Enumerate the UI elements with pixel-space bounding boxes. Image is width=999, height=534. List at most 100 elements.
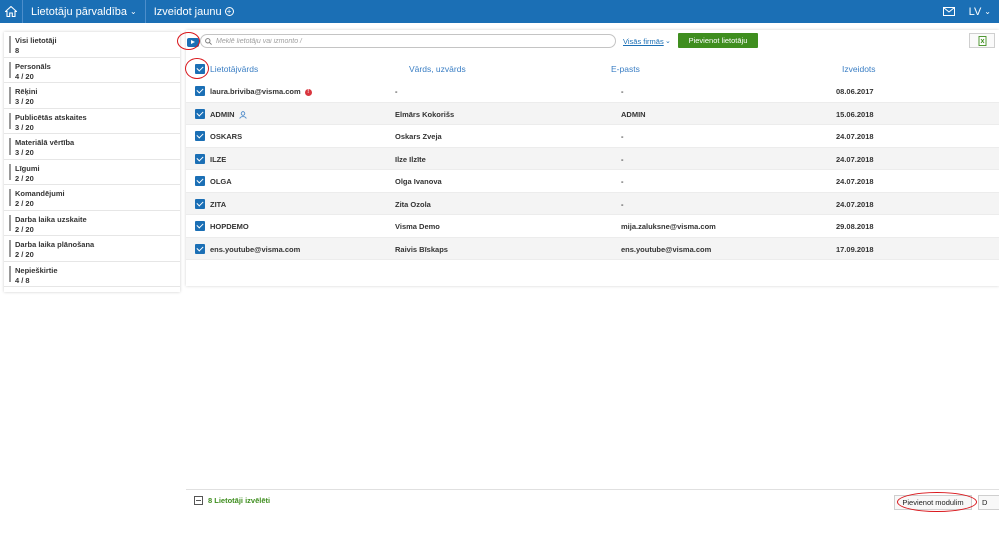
cell-name: Zita Ozola (395, 199, 431, 209)
cell-name: Oskars Zveja (395, 132, 442, 141)
sidebar-item-label: Darba laika uzskaite (15, 214, 87, 224)
top-right-area: LV ⌄ (936, 0, 999, 23)
annotation-circle (185, 58, 209, 79)
sidebar-item[interactable]: Publicētās atskaites 3 / 20 (4, 109, 180, 134)
row-checkbox[interactable] (195, 176, 205, 186)
selected-count: 8 Lietotāji izvēlēti (208, 496, 271, 505)
cell-username: laura.briviba@visma.com! (210, 87, 312, 96)
username-text: ZITA (210, 199, 227, 209)
language-selector[interactable]: LV ⌄ (963, 6, 999, 18)
cell-name: Elmārs Kokorišs (395, 109, 455, 119)
username-text: ADMIN (210, 109, 235, 119)
cell-created: 29.08.2018 (836, 222, 874, 231)
sidebar-item-label: Materiālā vērtība (15, 138, 75, 147)
cell-name: Olga Ivanova (395, 177, 442, 186)
cell-name: Visma Demo (395, 222, 440, 231)
cell-created: 24.07.2018 (836, 199, 874, 209)
cell-username: OSKARS (210, 132, 242, 141)
row-checkbox[interactable] (195, 86, 205, 96)
cell-username: OLGA (210, 177, 232, 186)
sidebar-item-count: 2 / 20 (15, 250, 34, 259)
sidebar-item-count: 4 / 8 (15, 275, 30, 285)
sidebar-item-label: Darba laika plānošana (15, 240, 95, 249)
row-checkbox[interactable] (195, 108, 205, 119)
sidebar: Visi lietotāji 8 Personāls 4 / 20 Rēķini 3… (4, 32, 180, 292)
header-username[interactable]: Lietotājvārds (210, 64, 258, 74)
cell-username: ZITA (210, 200, 226, 209)
annotation-circle (897, 492, 977, 512)
sidebar-item[interactable]: Personāls 4 / 20 (4, 58, 180, 83)
mail-icon (943, 7, 956, 16)
row-checkbox[interactable] (195, 153, 205, 164)
row-checkbox[interactable] (195, 198, 205, 209)
header-email[interactable]: E-pasts (611, 64, 640, 74)
sidebar-item[interactable]: Materiālā vērtība 3 / 20 (4, 134, 180, 160)
row-checkbox[interactable] (195, 131, 205, 141)
sidebar-item[interactable]: Darba laika uzskaite 2 / 20 (4, 211, 180, 236)
sidebar-item-count: 2 / 20 (15, 173, 34, 183)
cell-username: HOPDEMO (210, 222, 249, 231)
cell-email: - (621, 199, 624, 209)
row-checkbox[interactable] (195, 221, 205, 231)
table-row[interactable]: HOPDEMO Visma Demo mija.zaluksne@visma.c… (186, 215, 999, 238)
sidebar-item-label: Nepieškirtie (15, 265, 58, 275)
deselect-all-button[interactable] (194, 496, 203, 505)
module-title: Lietotāju pārvaldība (31, 5, 128, 18)
mail-button[interactable] (936, 0, 963, 23)
chevron-down-icon: ⌄ (130, 7, 137, 16)
username-text: ILZE (210, 154, 227, 164)
search-icon (205, 37, 212, 45)
app-root: Lietotāju pārvaldība ⌄ Izveidot jaunu + … (0, 0, 999, 534)
row-checkbox[interactable] (195, 243, 205, 254)
sidebar-item-label: Rēķini (15, 87, 38, 96)
cell-created: 24.07.2018 (836, 154, 874, 164)
search-box[interactable] (200, 34, 616, 48)
top-navbar: Lietotāju pārvaldība ⌄ Izveidot jaunu + … (0, 0, 999, 23)
table-row[interactable]: OSKARS Oskars Zveja - 24.07.2018 (186, 125, 999, 148)
sidebar-item-label: Publicētās atskaites (15, 112, 87, 122)
add-user-button[interactable]: Pievienot lietotāju (678, 33, 758, 48)
header-created[interactable]: Izveidots (842, 64, 876, 74)
sidebar-item[interactable]: Rēķini 3 / 20 (4, 83, 180, 109)
cell-email: ens.youtube@visma.com (621, 244, 712, 254)
chevron-down-icon[interactable]: ⌄ (665, 37, 671, 45)
table-row[interactable]: ZITA Zita Ozola - 24.07.2018 (186, 192, 999, 215)
table-row[interactable]: ens.youtube@visma.com Raivis Bīskaps ens… (186, 237, 999, 260)
header-name[interactable]: Vārds, uzvārds (409, 64, 466, 74)
users-table-body: laura.briviba@visma.com! - - 08.06.2017 … (186, 80, 999, 260)
module-menu[interactable]: Lietotāju pārvaldība ⌄ (23, 0, 145, 23)
table-row[interactable]: OLGA Olga Ivanova - 24.07.2018 (186, 170, 999, 193)
cell-created: 24.07.2018 (836, 177, 874, 186)
create-new-label: Izveidot jaunu (153, 5, 222, 18)
sidebar-item[interactable]: Komandējumi 2 / 20 (4, 185, 180, 211)
company-filter-link[interactable]: Visās firmās (623, 37, 664, 46)
sidebar-item[interactable]: Visi lietotāji 8 (4, 32, 180, 58)
cell-name: - (395, 87, 398, 96)
sidebar-item[interactable]: Darba laika plānošana 2 / 20 (4, 236, 180, 262)
annotation-circle (177, 32, 200, 50)
home-icon (5, 6, 17, 17)
cell-created: 24.07.2018 (836, 132, 874, 141)
chevron-down-icon: ⌄ (984, 7, 991, 16)
sidebar-item[interactable]: Līgumi 2 / 20 (4, 160, 180, 185)
search-input[interactable] (216, 37, 596, 45)
d-button[interactable]: D (978, 495, 999, 510)
export-excel-button[interactable] (969, 33, 995, 48)
sidebar-item-count: 3 / 20 (15, 122, 34, 132)
table-row[interactable]: laura.briviba@visma.com! - - 08.06.2017 (186, 80, 999, 103)
sidebar-item[interactable]: Nepieškirtie 4 / 8 (4, 262, 180, 287)
username-text: OLGA (210, 177, 232, 186)
table-row[interactable]: ILZE Ilze Ilzīte - 24.07.2018 (186, 147, 999, 170)
selection-bar: 8 Lietotāji izvēlēti Pievienot modulim D (186, 489, 999, 510)
cell-created: 15.06.2018 (836, 109, 874, 119)
cell-created: 17.09.2018 (836, 244, 874, 254)
create-new-button[interactable]: Izveidot jaunu + (146, 0, 242, 23)
sidebar-item-count: 3 / 20 (15, 148, 34, 157)
sidebar-item-label: Visi lietotāji (15, 36, 57, 45)
person-icon (238, 110, 247, 119)
home-button[interactable] (0, 0, 23, 23)
username-text: OSKARS (210, 132, 243, 141)
table-row[interactable]: ADMIN Elmārs Kokorišs ADMIN 15.06.2018 (186, 102, 999, 125)
toolbar: Visās firmās ⌄ Pievienot lietotāju (186, 30, 999, 54)
cell-username: ens.youtube@visma.com (210, 245, 300, 254)
